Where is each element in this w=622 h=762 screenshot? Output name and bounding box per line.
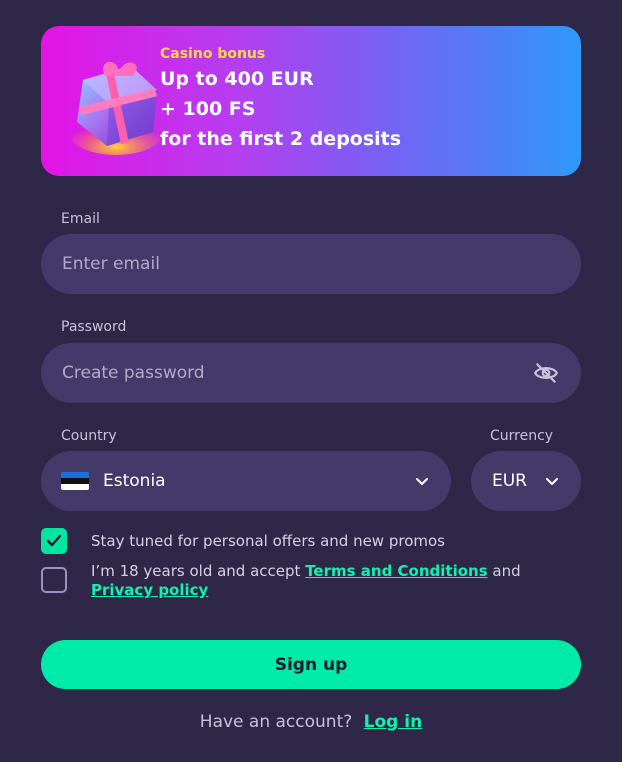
- email-field[interactable]: [41, 254, 581, 274]
- promos-checkbox[interactable]: [41, 528, 67, 554]
- currency-value: EUR: [492, 471, 527, 491]
- age-terms-checkbox[interactable]: [41, 567, 67, 593]
- estonia-flag-icon: [61, 472, 89, 490]
- signup-page: Casino bonus Up to 400 EUR + 100 FS for …: [0, 0, 622, 762]
- login-link[interactable]: Log in: [364, 712, 423, 732]
- currency-label: Currency: [490, 428, 554, 444]
- age-terms-label: I’m 18 years old and accept Terms and Co…: [91, 562, 571, 600]
- have-account-text: Have an account?: [199, 712, 353, 732]
- country-value: Estonia: [103, 471, 166, 491]
- age-and-text: and: [487, 562, 521, 580]
- privacy-link[interactable]: Privacy policy: [91, 581, 208, 599]
- country-label: Country: [61, 428, 117, 444]
- banner-headline-2: + 100 FS: [160, 98, 256, 120]
- chevron-down-icon: [546, 478, 558, 485]
- promos-label: Stay tuned for personal offers and new p…: [91, 532, 445, 550]
- login-prompt: Have an account? Log in: [0, 712, 622, 732]
- gift-box-icon: [71, 61, 161, 155]
- chevron-down-icon: [416, 478, 428, 485]
- eye-off-icon[interactable]: [533, 360, 559, 386]
- password-field-wrapper: [41, 343, 581, 403]
- banner-headline-1: Up to 400 EUR: [160, 68, 314, 90]
- banner-headline-3: for the first 2 deposits: [160, 128, 402, 150]
- currency-select[interactable]: EUR: [471, 451, 581, 511]
- password-label: Password: [61, 319, 127, 335]
- country-select[interactable]: Estonia: [41, 451, 451, 511]
- signup-button[interactable]: Sign up: [41, 640, 581, 689]
- age-prefix-text: I’m 18 years old and accept: [91, 562, 306, 580]
- checkmark-icon: [46, 534, 62, 547]
- banner-tag: Casino bonus: [160, 46, 266, 62]
- email-field-wrapper: [41, 234, 581, 294]
- terms-link[interactable]: Terms and Conditions: [305, 562, 487, 580]
- casino-bonus-banner: Casino bonus Up to 400 EUR + 100 FS for …: [41, 26, 581, 176]
- password-field[interactable]: [41, 363, 581, 383]
- email-label: Email: [61, 211, 100, 227]
